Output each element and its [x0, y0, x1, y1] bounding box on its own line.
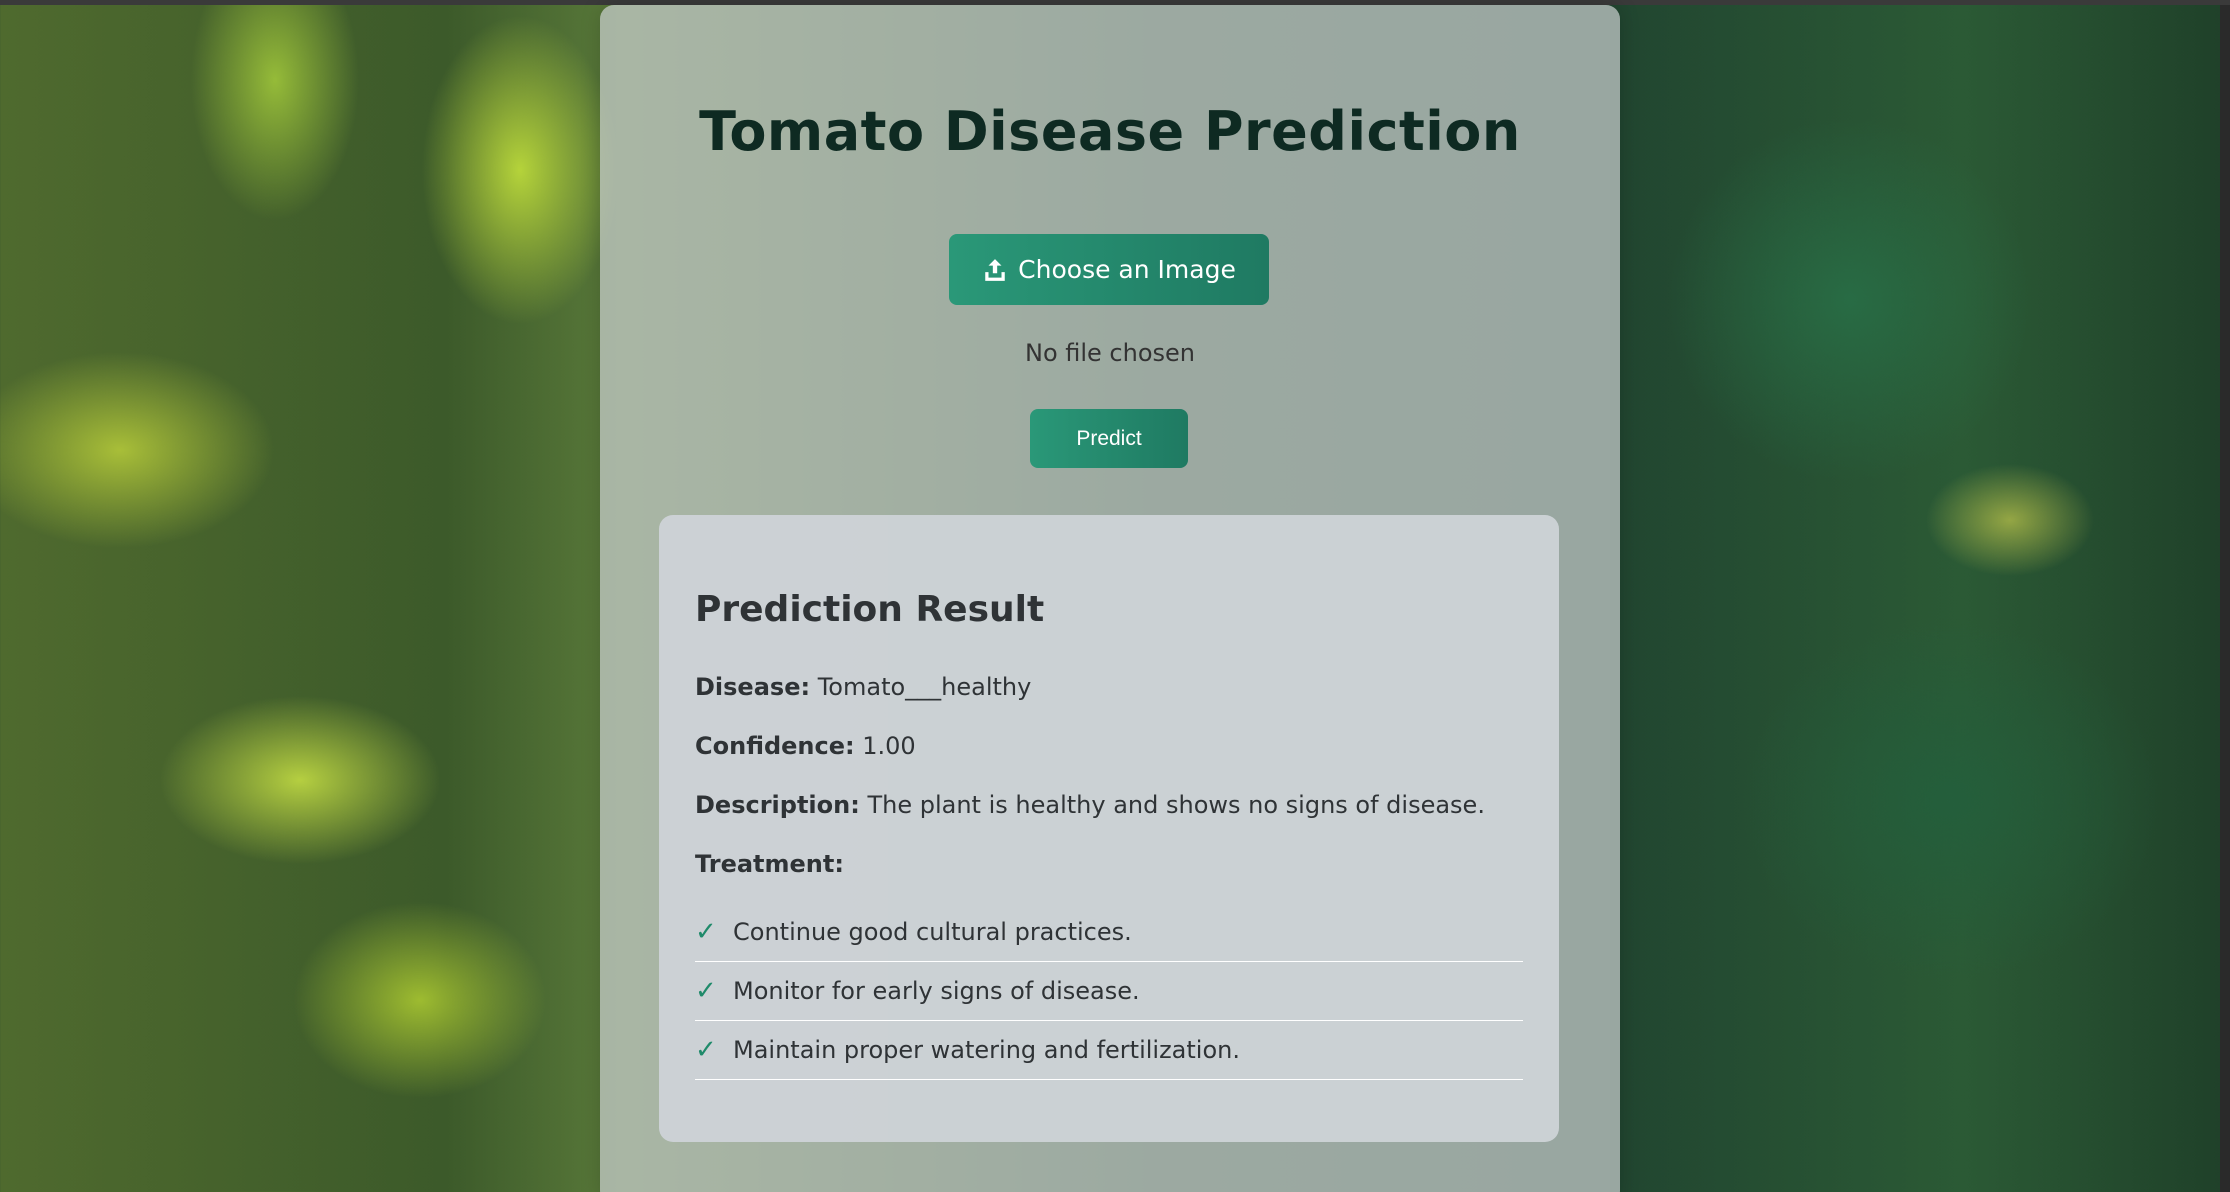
scrollbar[interactable]	[2220, 5, 2230, 1192]
disease-field: Disease: Tomato___healthy	[695, 673, 1031, 701]
choose-image-label: Choose an Image	[1018, 255, 1236, 284]
description-label: Description:	[695, 791, 860, 819]
list-item: ✓ Monitor for early signs of disease.	[695, 962, 1523, 1021]
predict-button[interactable]: Predict	[1030, 409, 1188, 468]
file-status-text: No file chosen	[1024, 339, 1195, 367]
list-item: ✓ Continue good cultural practices.	[695, 903, 1523, 962]
disease-value: Tomato___healthy	[817, 673, 1032, 701]
main-card: Tomato Disease Prediction Choose an Imag…	[600, 5, 1620, 1192]
check-icon: ✓	[695, 976, 717, 1006]
prediction-result-panel: Prediction Result Disease: Tomato___heal…	[659, 515, 1559, 1142]
list-item: ✓ Maintain proper watering and fertiliza…	[695, 1021, 1523, 1080]
confidence-value: 1.00	[862, 732, 916, 760]
result-heading: Prediction Result	[695, 589, 1045, 630]
disease-label: Disease:	[695, 673, 811, 701]
description-value: The plant is healthy and shows no signs …	[867, 791, 1485, 819]
treatment-text: Continue good cultural practices.	[733, 918, 1132, 946]
check-icon: ✓	[695, 917, 717, 947]
confidence-label: Confidence:	[695, 732, 855, 760]
confidence-field: Confidence: 1.00	[695, 732, 916, 760]
treatment-label: Treatment:	[695, 850, 844, 878]
page-title: Tomato Disease Prediction	[699, 100, 1521, 163]
choose-image-button[interactable]: Choose an Image	[949, 234, 1269, 305]
description-field: Description: The plant is healthy and sh…	[695, 791, 1485, 819]
treatment-text: Maintain proper watering and fertilizati…	[733, 1036, 1240, 1064]
check-icon: ✓	[695, 1035, 717, 1065]
upload-icon	[985, 258, 1005, 281]
treatment-text: Monitor for early signs of disease.	[733, 977, 1140, 1005]
treatment-list: ✓ Continue good cultural practices. ✓ Mo…	[695, 903, 1523, 1080]
treatment-field: Treatment:	[695, 850, 844, 878]
